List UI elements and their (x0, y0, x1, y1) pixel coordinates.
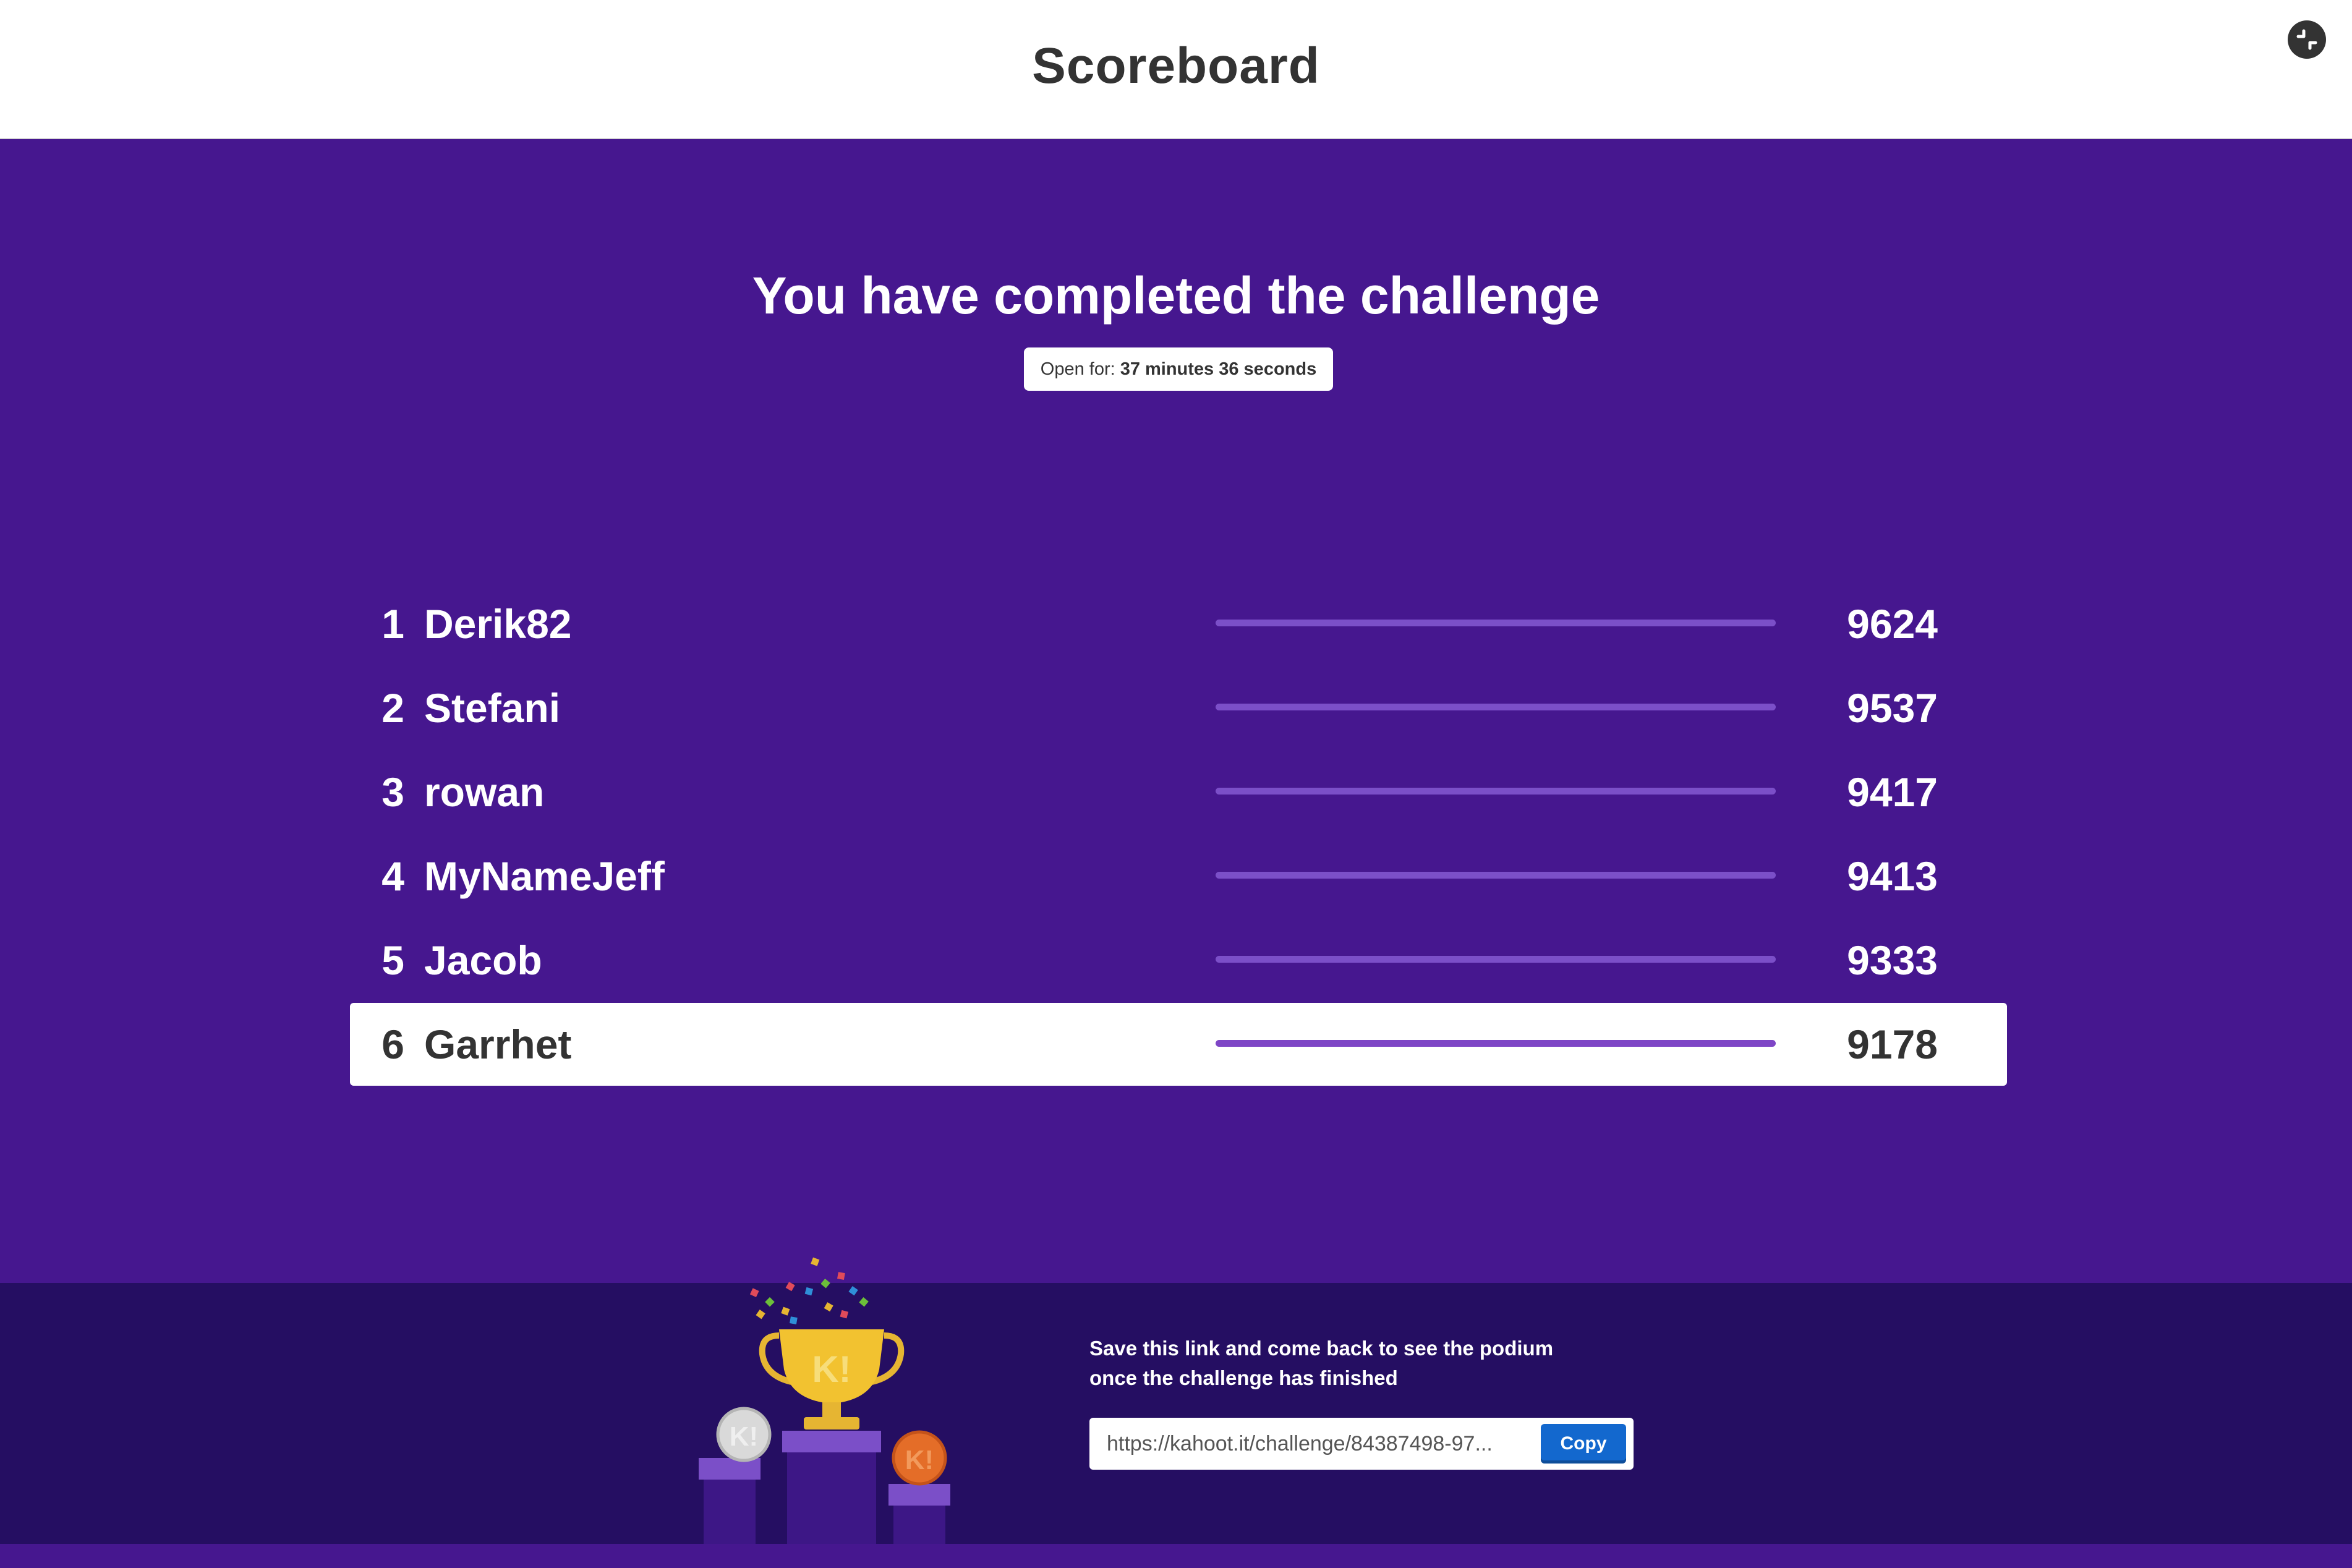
score-bar (1216, 956, 1776, 963)
top-bar: Scoreboard (0, 0, 2352, 139)
bottom-strip (0, 1544, 2352, 1568)
challenge-link-box: https://kahoot.it/challenge/84387498-97.… (1089, 1418, 1634, 1470)
rank-number: 5 (381, 937, 404, 983)
scoreboard-main: You have completed the challenge Open fo… (0, 139, 2352, 1283)
save-link-message-line2: once the challenge has finished (1089, 1366, 1398, 1389)
trophy-podium-icon: K! K! K! (699, 1257, 950, 1544)
rank-number: 6 (381, 1021, 404, 1067)
player-name: rowan (424, 769, 545, 815)
score-row: 4 MyNameJeff 9413 (350, 835, 2007, 918)
player-score: 9624 (1847, 601, 1938, 647)
score-row-current-player: 6 Garrhet 9178 (350, 1003, 2007, 1086)
score-row: 1 Derik82 9624 (350, 582, 2007, 665)
score-row: 3 rowan 9417 (350, 751, 2007, 833)
player-name: MyNameJeff (424, 853, 665, 899)
player-score: 9537 (1847, 685, 1938, 731)
score-bar (1216, 872, 1776, 879)
rank-number: 2 (381, 685, 404, 731)
challenge-link-field[interactable]: https://kahoot.it/challenge/84387498-97.… (1107, 1418, 1540, 1470)
score-bar (1216, 1040, 1776, 1047)
open-for-badge: Open for: 37 minutes 36 seconds (1024, 347, 1333, 391)
open-for-value: 37 minutes 36 seconds (1120, 359, 1317, 379)
player-score: 9333 (1847, 937, 1938, 983)
save-link-message: Save this link and come back to see the … (1089, 1334, 1646, 1393)
fullscreen-exit-icon (2296, 29, 2317, 50)
copy-link-button[interactable]: Copy (1541, 1424, 1626, 1464)
score-row: 2 Stefani 9537 (350, 667, 2007, 749)
player-name: Stefani (424, 685, 561, 731)
player-score: 9413 (1847, 853, 1938, 899)
rank-number: 4 (381, 853, 404, 899)
open-for-label: Open for: (1040, 359, 1115, 379)
rank-number: 1 (381, 601, 404, 647)
svg-text:K!: K! (905, 1445, 934, 1475)
page-title: Scoreboard (1032, 38, 1320, 94)
completion-headline: You have completed the challenge (752, 266, 1600, 325)
svg-text:K!: K! (730, 1421, 758, 1452)
player-name: Garrhet (424, 1021, 572, 1067)
footer-panel (0, 1283, 2352, 1544)
score-bar (1216, 788, 1776, 795)
player-name: Derik82 (424, 601, 572, 647)
player-score: 9417 (1847, 769, 1938, 815)
score-bar (1216, 704, 1776, 710)
svg-text:K!: K! (812, 1349, 851, 1390)
player-score: 9178 (1847, 1021, 1938, 1067)
score-row: 5 Jacob 9333 (350, 919, 2007, 1002)
fullscreen-exit-button[interactable] (2288, 20, 2326, 59)
rank-number: 3 (381, 769, 404, 815)
score-bar (1216, 620, 1776, 626)
save-link-message-line1: Save this link and come back to see the … (1089, 1337, 1554, 1360)
player-name: Jacob (424, 937, 542, 983)
